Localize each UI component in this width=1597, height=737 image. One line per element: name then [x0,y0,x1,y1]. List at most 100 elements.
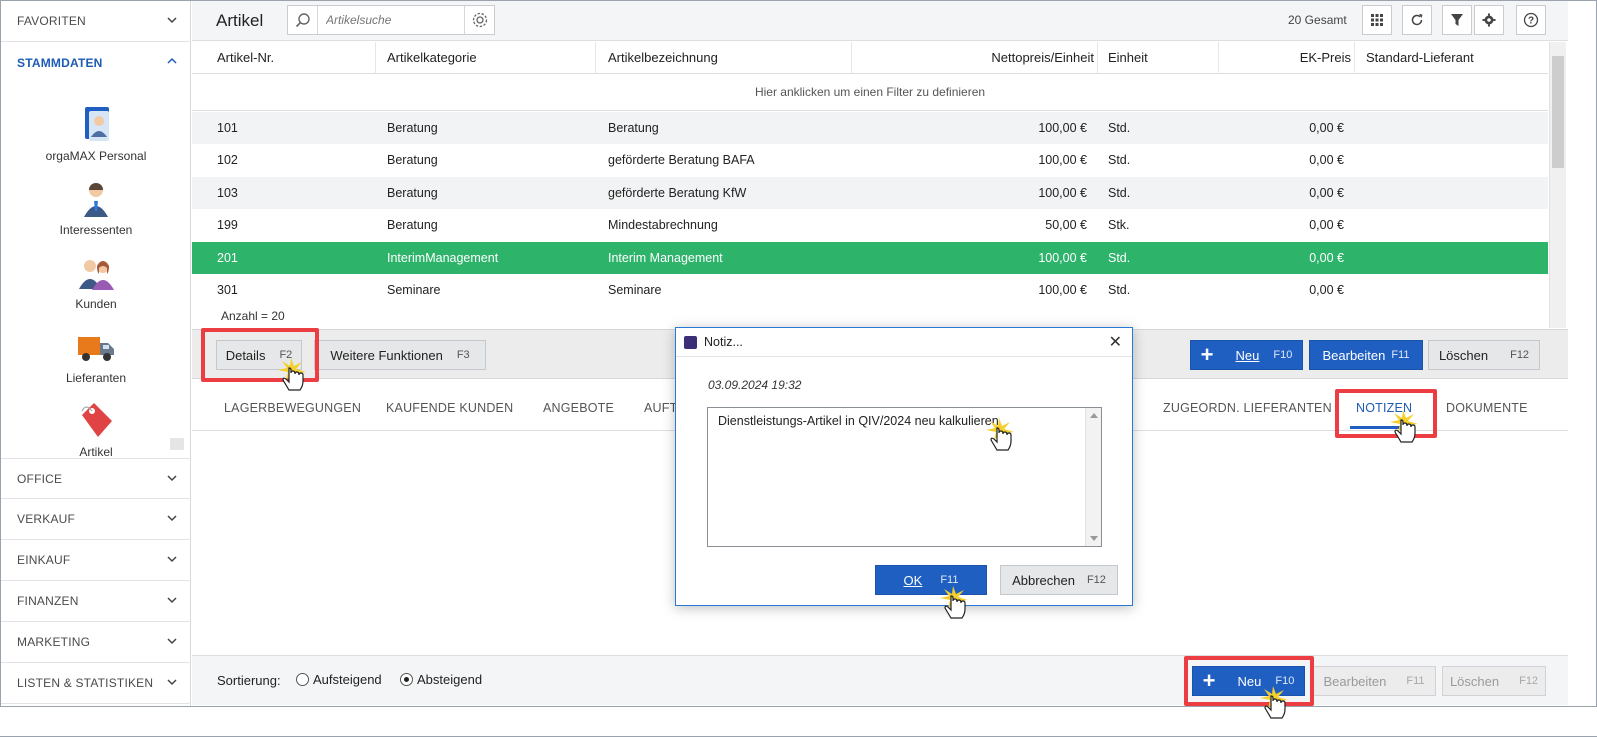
sidebar: FAVORITEN STAMMDATEN orgaMAX Personal In… [1,1,191,723]
scrollbar-thumb[interactable] [1552,56,1564,168]
cell-preis: 100,00 € [1038,121,1087,135]
column-header-nettopreis[interactable]: Nettopreis/Einheit [852,42,1098,74]
help-icon[interactable]: ? [1516,5,1546,35]
chevron-down-icon [167,638,177,645]
cell-bezeichnung: Beratung [608,121,659,135]
sidebar-section-listen-statistiken[interactable]: LISTEN & STATISTIKEN [1,663,191,704]
shortcut-key: F11 [1406,675,1425,687]
grid-icon[interactable] [1362,5,1392,35]
table-row[interactable]: 199 Beratung Mindestabrechnung 50,00 € S… [192,209,1548,241]
cell-einheit: Std. [1108,153,1131,167]
refresh-icon[interactable] [1402,5,1432,35]
sort-descending-radio[interactable]: Absteigend [400,672,482,687]
pointer-hand-icon [940,586,968,619]
cell-artikel-nr: 201 [217,251,238,265]
cell-ek-preis: 0,00 € [1309,186,1344,200]
shortcut-key: F11 [1391,349,1410,361]
column-header-ek-preis[interactable]: EK-Preis [1219,42,1355,74]
sidebar-item-label: Kunden [75,297,117,311]
textarea-scrollbar[interactable] [1085,408,1101,546]
cell-kategorie: Beratung [387,121,438,135]
sidebar-item-kunden[interactable]: Kunden [1,253,191,311]
pointer-hand-icon [278,358,306,391]
tab-dokumente[interactable]: DOKUMENTE [1446,401,1528,415]
button-label: Weitere Funktionen [330,347,443,363]
page-title: Artikel [216,11,264,30]
chevron-down-icon [167,475,177,482]
settings-icon[interactable] [1474,5,1504,35]
scroll-down-icon[interactable] [1090,536,1098,541]
cell-artikel-nr: 301 [217,283,238,297]
chevron-down-icon [167,515,177,522]
sidebar-scroll-button[interactable] [170,438,184,450]
cell-artikel-nr: 199 [217,218,238,232]
notiz-bearbeiten-button[interactable]: Bearbeiten F11 [1312,666,1436,696]
note-timestamp: 03.09.2024 19:32 [708,378,802,392]
column-header-einheit[interactable]: Einheit [1098,42,1219,74]
sidebar-section-label: VERKAUF [17,512,76,526]
sidebar-section-favoriten[interactable]: FAVORITEN [1,1,191,42]
sidebar-section-label: STAMMDATEN [17,55,103,70]
close-icon[interactable]: ✕ [1109,332,1122,352]
table-scrollbar[interactable] [1549,42,1566,328]
sidebar-section-stammdaten[interactable]: STAMMDATEN [1,42,191,83]
sort-ascending-radio[interactable]: Aufsteigend [296,672,382,687]
sidebar-section-einkauf[interactable]: EINKAUF [1,540,191,581]
sidebar-item-orgamax-personal[interactable]: orgaMAX Personal [1,105,191,163]
column-header-artikel-nr[interactable]: Artikel-Nr. [192,42,376,74]
note-textarea[interactable]: Dienstleistungs-Artikel in QIV/2024 neu … [707,407,1102,547]
table-row[interactable]: 301 Seminare Seminare 100,00 € Std. 0,00… [192,274,1548,306]
tab-lagerbewegungen[interactable]: LAGERBEWEGUNGEN [224,401,361,415]
table-row-selected[interactable]: 201 InterimManagement Interim Management… [192,242,1548,274]
sidebar-item-label: orgaMAX Personal [45,149,147,163]
sidebar-item-interessenten[interactable]: Interessenten [1,179,191,237]
search-input[interactable] [326,11,456,29]
abbrechen-button[interactable]: Abbrechen F12 [1000,565,1118,595]
pointer-hand-icon [1260,686,1288,719]
sidebar-section-label: MARKETING [17,635,91,649]
tab-zugeordn-lieferanten[interactable]: ZUGEORDN. LIEFERANTEN [1163,401,1332,415]
sidebar-section-office[interactable]: OFFICE [1,458,191,499]
scroll-up-icon[interactable] [1090,413,1098,418]
cell-artikel-nr: 103 [217,186,238,200]
sidebar-item-label: Lieferanten [65,371,127,385]
cell-preis: 100,00 € [1038,251,1087,265]
ok-button[interactable]: OK F11 [875,565,987,595]
table-row[interactable]: 102 Beratung geförderte Beratung BAFA 10… [192,144,1548,176]
shortcut-key: F12 [1086,574,1106,586]
cell-einheit: Stk. [1108,218,1130,232]
cell-kategorie: Beratung [387,186,438,200]
bearbeiten-button[interactable]: Bearbeiten F11 [1309,340,1423,370]
cell-preis: 100,00 € [1038,283,1087,297]
notes-footer: Sortierung: Aufsteigend Absteigend + Neu… [192,655,1568,705]
column-header-artikelkategorie[interactable]: Artikelkategorie [376,42,596,74]
table-row[interactable]: 103 Beratung geförderte Beratung KfW 100… [192,177,1548,209]
column-header-artikelbezeichnung[interactable]: Artikelbezeichnung [596,42,852,74]
customers-icon [79,260,114,290]
cell-einheit: Std. [1108,251,1131,265]
weitere-funktionen-button[interactable]: Weitere Funktionen F3 [314,340,486,370]
search-settings-icon[interactable] [464,6,494,34]
search-icon[interactable] [288,6,318,34]
tab-angebote[interactable]: ANGEBOTE [543,401,614,415]
sidebar-item-artikel[interactable]: Artikel [1,401,191,459]
column-header-standard-lieferant[interactable]: Standard-Lieferant [1355,42,1548,74]
highlight-box [1335,389,1437,438]
sidebar-section-verkauf[interactable]: VERKAUF [1,499,191,540]
sidebar-section-finanzen[interactable]: FINANZEN [1,581,191,622]
cell-bezeichnung: Mindestabrechnung [608,218,718,232]
tab-auftraege[interactable]: AUFT [644,401,677,415]
notiz-loeschen-button[interactable]: Löschen F12 [1442,666,1546,696]
dialog-titlebar: Notiz... ✕ [676,328,1132,357]
sidebar-section-label: OFFICE [17,471,63,486]
tab-kaufende-kunden[interactable]: KAUFENDE KUNDEN [386,401,513,415]
filter-row[interactable]: Hier anklicken um einen Filter zu defini… [192,75,1548,111]
table-row[interactable]: 101 Beratung Beratung 100,00 € Std. 0,00… [192,112,1548,144]
sidebar-section-marketing[interactable]: MARKETING [1,622,191,663]
loeschen-button[interactable]: Löschen F12 [1428,340,1540,370]
button-label: Bearbeiten [1322,347,1386,363]
neu-button[interactable]: + Neu F10 [1190,340,1303,370]
total-count: 20 Gesamt [1288,13,1347,27]
sidebar-item-lieferanten[interactable]: Lieferanten [1,327,191,385]
filter-icon[interactable] [1442,5,1472,35]
